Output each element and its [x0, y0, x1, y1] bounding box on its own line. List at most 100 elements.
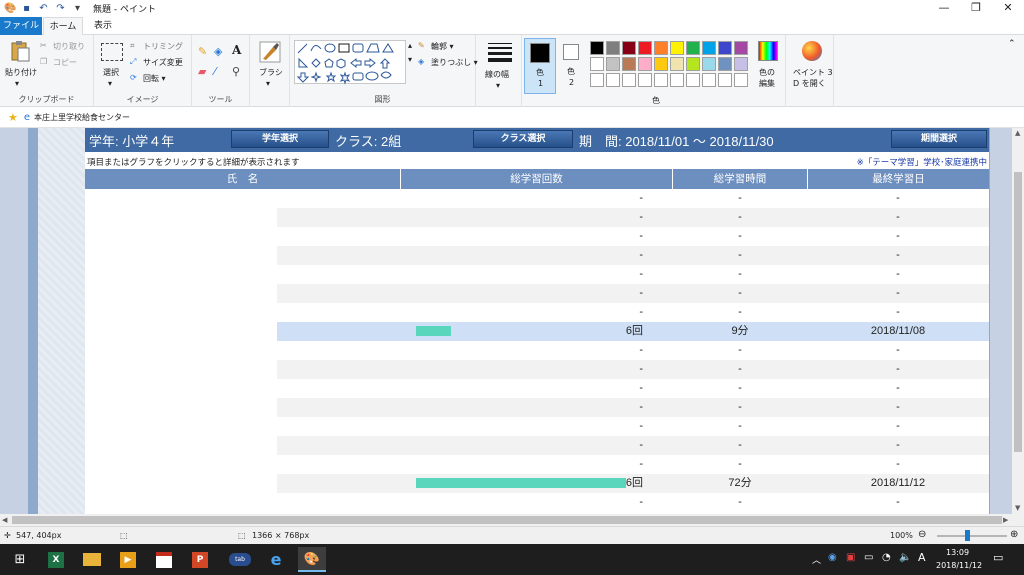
student-name-cell[interactable] [85, 417, 277, 436]
line-width-icon[interactable] [488, 43, 512, 62]
table-row[interactable]: --- [85, 455, 989, 474]
palette-swatch[interactable] [702, 73, 716, 87]
crop-button[interactable]: ⌗ トリミング [130, 41, 183, 52]
notifications-icon[interactable]: ▭ [993, 551, 1003, 564]
total-count-cell[interactable]: - [277, 265, 655, 284]
total-count-cell[interactable]: - [277, 360, 655, 379]
palette-swatch[interactable] [638, 41, 652, 55]
grade-select-button[interactable]: 学年選択 [231, 130, 329, 148]
student-name-cell[interactable] [85, 398, 277, 417]
palette-swatch[interactable] [734, 41, 748, 55]
table-row[interactable]: --- [85, 227, 989, 246]
student-name-cell[interactable] [85, 208, 277, 227]
palette-swatch[interactable] [606, 57, 620, 71]
shapes-scroll-down[interactable]: ▾ [408, 55, 412, 64]
tab-view[interactable]: 表示 [86, 17, 120, 35]
student-name-cell[interactable] [85, 284, 277, 303]
scroll-right-arrow[interactable]: ▶ [1003, 516, 1008, 524]
color2-button[interactable]: 色 2 [558, 38, 586, 94]
color-picker-icon[interactable]: ⁄ [214, 65, 216, 78]
study-count-bar[interactable] [416, 326, 451, 336]
tab-home[interactable]: ホーム [43, 17, 83, 36]
palette-swatch[interactable] [606, 41, 620, 55]
palette-swatch[interactable] [670, 57, 684, 71]
vertical-scroll-thumb[interactable] [1014, 172, 1022, 452]
palette-swatch[interactable] [606, 73, 620, 87]
total-count-cell[interactable]: - [277, 398, 655, 417]
cut-button[interactable]: ✂ 切り取り [40, 41, 85, 52]
student-name-cell[interactable] [85, 265, 277, 284]
tab-file[interactable]: ファイル [0, 17, 42, 35]
palette-swatch[interactable] [734, 73, 748, 87]
table-row[interactable]: --- [85, 360, 989, 379]
outline-button[interactable]: ✎ 輪郭 ▾ [418, 41, 454, 52]
pencil-icon[interactable]: ✎ [198, 45, 207, 58]
shapes-gallery[interactable] [294, 40, 406, 85]
paint3d-button[interactable]: ペイント 3 D を開く [790, 35, 834, 107]
total-count-cell[interactable]: - [277, 493, 655, 512]
paste-icon[interactable] [9, 40, 31, 62]
table-row[interactable]: --- [85, 265, 989, 284]
fill-button[interactable]: ◈ 塗りつぶし ▾ [418, 57, 478, 68]
palette-swatch[interactable] [654, 73, 668, 87]
total-count-cell[interactable]: - [277, 246, 655, 265]
palette-swatch[interactable] [686, 73, 700, 87]
student-name-cell[interactable] [85, 455, 277, 474]
palette-swatch[interactable] [702, 41, 716, 55]
ribbon-collapse-icon[interactable]: ⌃ [1008, 39, 1016, 49]
rotate-button[interactable]: ⟳ 回転 ▾ [130, 73, 166, 84]
clock-time[interactable]: 13:09 [946, 548, 969, 557]
zoom-out-button[interactable]: ⊖ [918, 529, 926, 540]
select-dropdown-icon[interactable]: ▾ [108, 79, 112, 88]
customize-qa-icon[interactable]: ▾ [72, 3, 83, 14]
theme-note[interactable]: ※「テーマ学習」学校･家庭連携中 [857, 156, 987, 168]
scroll-left-arrow[interactable]: ◀ [2, 516, 7, 524]
total-count-cell[interactable]: - [277, 341, 655, 360]
palette-swatch[interactable] [622, 41, 636, 55]
ime-indicator[interactable]: A [918, 551, 926, 564]
palette-swatch[interactable] [718, 57, 732, 71]
palette-swatch[interactable] [622, 73, 636, 87]
internet-explorer-icon[interactable]: e [262, 547, 290, 572]
student-name-cell[interactable] [85, 436, 277, 455]
palette-swatch[interactable] [718, 73, 732, 87]
student-name-cell[interactable] [85, 474, 277, 493]
paint-canvas[interactable]: 学年: 小学４年 学年選択 クラス: 2組 クラス選択 期 間: 2018/11… [0, 128, 1012, 514]
palette-swatch[interactable] [638, 73, 652, 87]
table-row[interactable]: --- [85, 189, 989, 208]
horizontal-scrollbar[interactable]: ◀ ▶ [0, 514, 1024, 526]
col-total-count[interactable]: 総学習回数 [401, 169, 673, 189]
magnifier-icon[interactable]: ⚲ [232, 65, 240, 78]
paint-taskbar-icon[interactable]: 🎨 [298, 547, 326, 572]
student-name-cell[interactable] [85, 341, 277, 360]
total-count-cell[interactable]: - [277, 208, 655, 227]
col-total-time[interactable]: 総学習時間 [673, 169, 808, 189]
study-count-bar[interactable] [416, 478, 626, 488]
copy-button[interactable]: ❐ コピー [40, 57, 77, 68]
palette-swatch[interactable] [686, 41, 700, 55]
palette-swatch[interactable] [702, 57, 716, 71]
table-row[interactable]: --- [85, 341, 989, 360]
undo-icon[interactable]: ↶ [38, 3, 49, 14]
palette-swatch[interactable] [654, 57, 668, 71]
table-row[interactable]: --- [85, 303, 989, 322]
paste-button-label[interactable]: 貼り付け [5, 67, 37, 78]
student-name-cell[interactable] [85, 246, 277, 265]
battery-icon[interactable]: ▭ [864, 552, 873, 563]
brush-icon[interactable] [259, 41, 281, 63]
line-width-dropdown-icon[interactable]: ▾ [496, 81, 500, 90]
select-icon[interactable] [101, 43, 123, 61]
color1-button[interactable]: 色 1 [524, 38, 556, 94]
select-button-label[interactable]: 選択 [103, 67, 119, 78]
scroll-up-arrow[interactable]: ▲ [1015, 129, 1020, 137]
resize-button[interactable]: ⤢ サイズ変更 [130, 57, 183, 68]
col-name[interactable]: 氏 名 [85, 169, 401, 189]
file-explorer-icon[interactable] [83, 553, 101, 566]
palette-swatch[interactable] [590, 41, 604, 55]
table-row[interactable]: --- [85, 436, 989, 455]
paste-dropdown-icon[interactable]: ▾ [15, 79, 19, 88]
student-name-cell[interactable] [85, 189, 277, 208]
network-icon[interactable]: ◔ [882, 552, 891, 563]
brushes-dropdown-icon[interactable]: ▾ [266, 79, 270, 88]
line-width-label[interactable]: 線の幅 [485, 69, 509, 80]
